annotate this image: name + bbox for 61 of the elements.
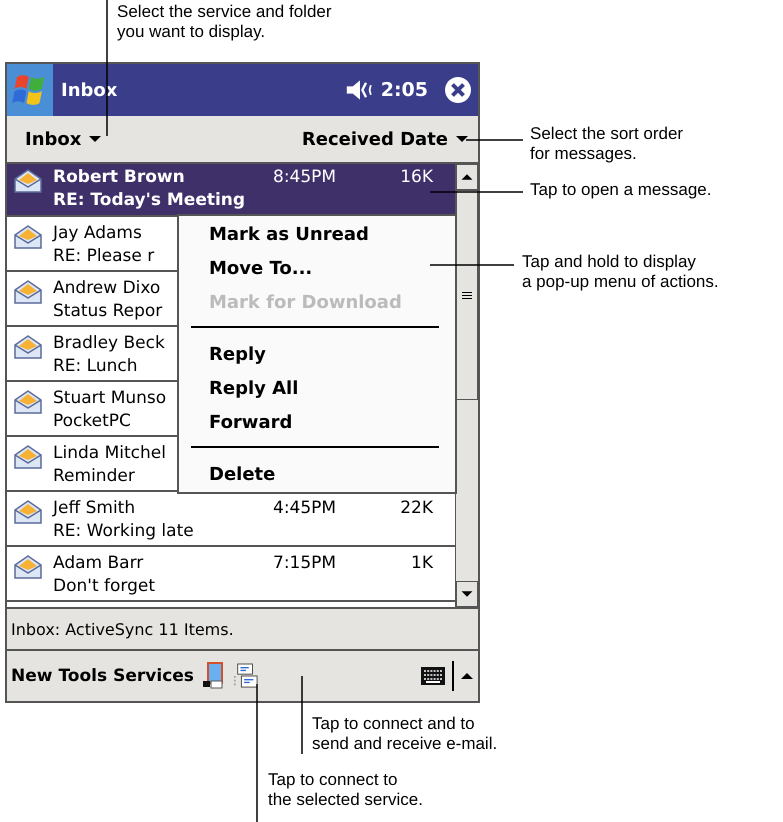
envelope-icon bbox=[13, 499, 43, 525]
message-subject: PocketPC bbox=[53, 410, 131, 433]
callout-text: Tap to open a message. bbox=[530, 180, 712, 200]
status-text: Inbox: ActiveSync 11 Items. bbox=[11, 620, 234, 638]
toolbar-menu[interactable]: Tools bbox=[58, 666, 108, 686]
message-subject: Status Repor bbox=[53, 300, 162, 323]
start-button[interactable] bbox=[7, 64, 53, 116]
envelope-icon bbox=[13, 224, 43, 250]
close-icon[interactable] bbox=[444, 76, 472, 104]
menu-item[interactable]: Forward bbox=[191, 406, 439, 440]
caret-icon bbox=[456, 135, 468, 143]
envelope-icon bbox=[13, 389, 43, 415]
clock-time[interactable]: 2:05 bbox=[380, 79, 428, 101]
leader-line bbox=[466, 139, 523, 141]
message-time: 4:45PM bbox=[273, 498, 336, 518]
message-row[interactable]: Robert Brown 8:45PM 16K RE: Today's Meeting bbox=[7, 164, 455, 217]
folder-dropdown[interactable]: Inbox bbox=[21, 124, 106, 154]
send-receive-icon[interactable] bbox=[234, 662, 258, 690]
menu-item[interactable]: Move To... bbox=[191, 252, 439, 286]
message-subject: Reminder bbox=[53, 465, 135, 488]
phone-connect-icon[interactable] bbox=[202, 662, 226, 690]
callout-text: Tap and hold to display a pop-up menu of actions. bbox=[522, 252, 719, 292]
menu-item[interactable]: Reply bbox=[191, 338, 439, 372]
envelope-icon bbox=[13, 554, 43, 580]
sender-name: Andrew Dixo bbox=[53, 278, 160, 298]
message-subject: RE: Today's Meeting bbox=[53, 189, 246, 212]
envelope-icon bbox=[13, 444, 43, 470]
message-subject: RE: Lunch bbox=[53, 355, 138, 378]
sort-dropdown[interactable]: Received Date bbox=[298, 124, 472, 154]
menu-item: Mark for Download bbox=[208, 291, 403, 315]
sender-name: Stuart Munso bbox=[53, 388, 166, 408]
message-time: 8:45PM bbox=[273, 167, 336, 187]
message-subject: Don't forget bbox=[53, 575, 155, 598]
message-subject: RE: Please r bbox=[53, 245, 154, 268]
message-time: 7:15PM bbox=[273, 553, 336, 573]
envelope-icon bbox=[13, 279, 43, 305]
toolbar-menu[interactable]: Services bbox=[113, 666, 194, 686]
sender-name: Jeff Smith bbox=[53, 498, 136, 518]
callout-text: Select the sort order for messages. bbox=[530, 124, 684, 164]
message-size: 22K bbox=[400, 498, 433, 518]
sender-name: Adam Barr bbox=[53, 553, 144, 573]
sender-name: Robert Brown bbox=[53, 167, 185, 187]
callout-text: Select the service and folder you want to display. bbox=[117, 2, 332, 42]
scroll-bar[interactable] bbox=[456, 164, 478, 607]
message-size: 1K bbox=[411, 553, 433, 573]
toolbar-menu[interactable]: New bbox=[11, 666, 52, 686]
keyboard-icon[interactable] bbox=[420, 666, 446, 686]
sender-name: Linda Mitchel bbox=[53, 443, 166, 463]
menu-item[interactable]: Reply All bbox=[191, 372, 439, 406]
menu-item[interactable]: Mark as Unread bbox=[191, 218, 439, 252]
menu-item[interactable]: Delete bbox=[191, 458, 439, 492]
sender-name: Bradley Beck bbox=[53, 333, 165, 353]
callout-text: Tap to connect to the selected service. bbox=[268, 770, 423, 810]
input-menu-arrow-icon[interactable] bbox=[460, 671, 474, 681]
envelope-icon bbox=[13, 168, 43, 194]
message-size: 16K bbox=[400, 167, 433, 187]
envelope-icon bbox=[13, 334, 43, 360]
sender-name: Jay Adams bbox=[53, 223, 142, 243]
callout-text: Tap to connect and to send and receive e-mail. bbox=[312, 714, 498, 754]
caret-icon bbox=[89, 135, 102, 143]
message-subject: RE: Working late bbox=[53, 520, 194, 543]
